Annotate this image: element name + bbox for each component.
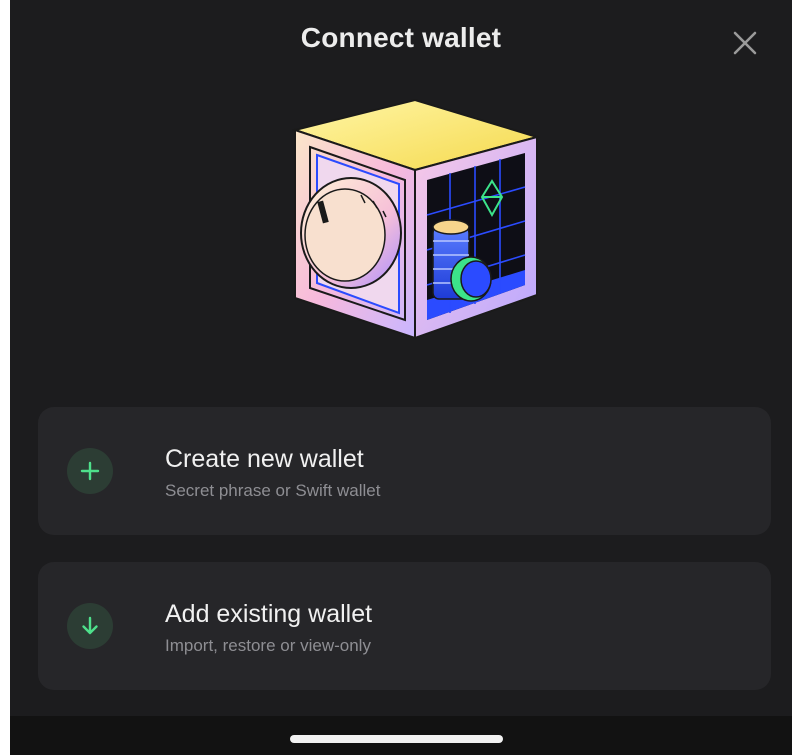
- close-button[interactable]: [726, 24, 764, 62]
- vault-illustration: [265, 95, 555, 355]
- home-indicator[interactable]: [290, 735, 503, 743]
- create-new-wallet-option[interactable]: Create new wallet Secret phrase or Swift…: [38, 407, 771, 535]
- header: Connect wallet: [10, 0, 792, 80]
- add-wallet-title: Add existing wallet: [165, 600, 373, 628]
- add-existing-wallet-option[interactable]: Add existing wallet Import, restore or v…: [38, 562, 771, 690]
- create-wallet-title: Create new wallet: [165, 445, 364, 473]
- add-icon-circle: [67, 603, 113, 649]
- close-icon: [733, 31, 757, 55]
- create-wallet-subtitle: Secret phrase or Swift wallet: [165, 481, 381, 500]
- arrow-down-icon: [82, 616, 98, 635]
- add-wallet-subtitle: Import, restore or view-only: [165, 636, 371, 655]
- create-icon-circle: [67, 448, 113, 494]
- page-title: Connect wallet: [300, 22, 502, 53]
- plus-icon: [80, 461, 100, 481]
- connect-wallet-sheet: Connect wallet Create new wallet Secret …: [10, 0, 792, 755]
